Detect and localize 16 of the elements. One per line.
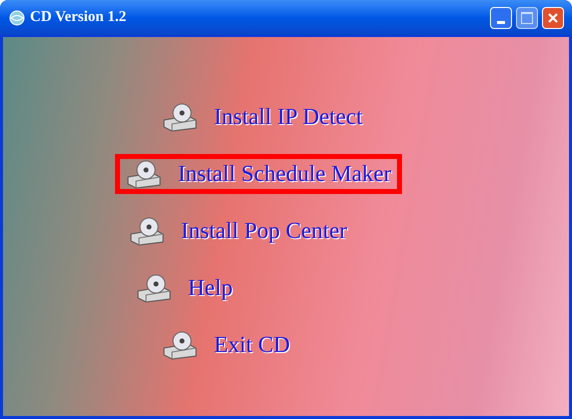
- menu-item[interactable]: Install Schedule Maker: [115, 154, 402, 194]
- menu-item[interactable]: Help: [125, 268, 244, 308]
- cd-drive-icon: [126, 159, 162, 189]
- cd-drive-icon: [162, 102, 198, 132]
- menu-item[interactable]: Exit CD: [151, 325, 302, 365]
- window-title: CD Version 1.2: [30, 8, 128, 28]
- minimize-button[interactable]: [490, 6, 512, 28]
- close-icon: [547, 12, 559, 24]
- menu-item[interactable]: Install IP Detect: [151, 97, 374, 137]
- globe-icon: [8, 8, 26, 26]
- menu-item[interactable]: Install Pop Center: [118, 211, 358, 251]
- close-button[interactable]: [542, 6, 564, 28]
- cd-drive-icon: [136, 273, 172, 303]
- cd-drive-icon: [129, 216, 165, 246]
- maximize-button[interactable]: [516, 6, 538, 28]
- cd-drive-icon: [162, 330, 198, 360]
